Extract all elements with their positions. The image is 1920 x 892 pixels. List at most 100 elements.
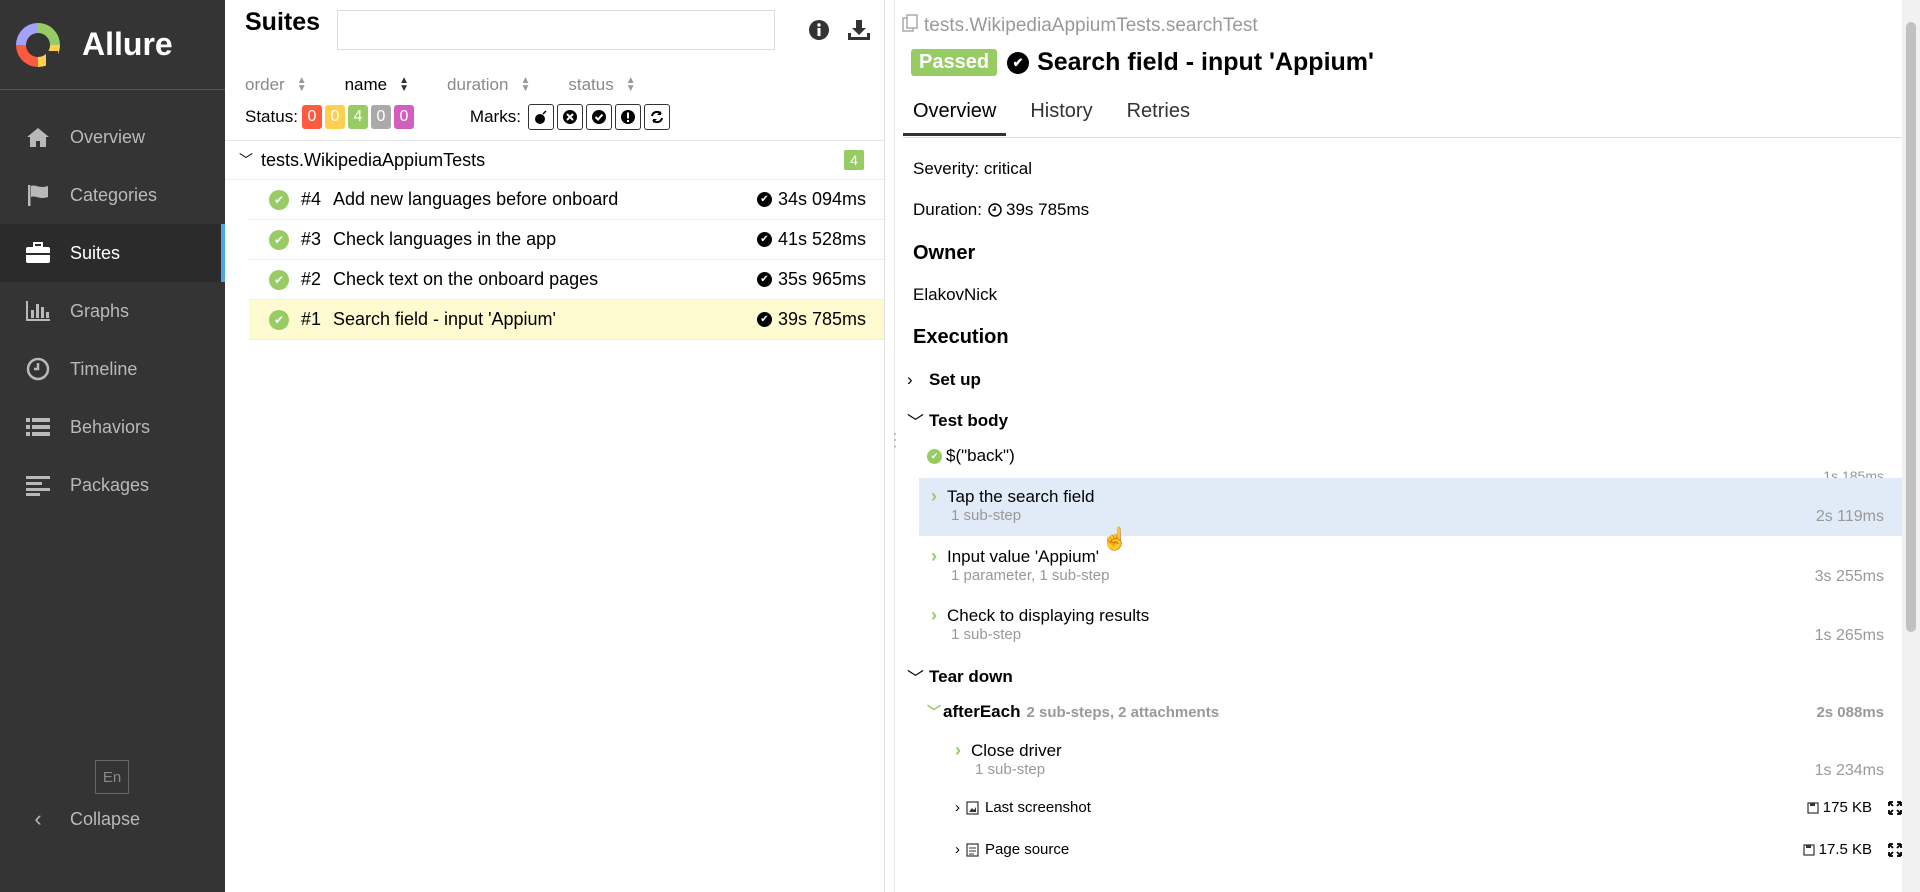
chevron-right-icon: ›	[931, 605, 937, 625]
test-row-selected[interactable]: ✔ #1 Search field - input 'Appium' ✔ 39s …	[249, 300, 884, 340]
clock-icon	[24, 357, 52, 381]
sidebar-item-label: Overview	[70, 126, 146, 147]
scrollbar-thumb[interactable]	[1906, 22, 1916, 632]
duration-row: Duration: 39s 785ms	[913, 200, 1089, 220]
tab-history[interactable]: History	[1020, 96, 1102, 136]
language-switch[interactable]: En	[95, 760, 129, 794]
status-filter-passed[interactable]: 4	[347, 105, 368, 129]
brand[interactable]: Allure	[0, 0, 225, 90]
sidebar-item-label: Categories	[70, 184, 158, 205]
close-driver-step[interactable]: › Close driver 1 sub-step 1s 234ms	[919, 740, 1902, 792]
setup-label: Set up	[929, 370, 981, 389]
suite-group-count: 4	[844, 150, 864, 170]
setup-section[interactable]: › Set up	[907, 370, 981, 390]
sidebar-item-graphs[interactable]: Graphs	[0, 282, 225, 340]
step-back[interactable]: ✔ $("back") 1s 185ms	[919, 446, 1902, 478]
teardown-section[interactable]: ﹀ Tear down	[907, 664, 1013, 689]
status-filter-broken[interactable]: 0	[324, 105, 345, 129]
sidebar-item-timeline[interactable]: Timeline	[0, 340, 225, 398]
pane-splitter[interactable]	[885, 0, 904, 892]
attachment-row[interactable]: › Last screenshot 175 KB	[955, 799, 1902, 816]
sort-name-label: name	[344, 75, 388, 94]
sidebar-item-label: Packages	[70, 474, 150, 495]
step-duration: 3s 255ms	[1814, 568, 1884, 585]
expand-icon[interactable]	[1888, 800, 1902, 815]
collapse-label: Collapse	[70, 808, 141, 829]
flaky-bomb-icon[interactable]	[527, 104, 554, 130]
step-duration: 2s 119ms	[1815, 508, 1884, 525]
status-filter-skipped[interactable]: 0	[370, 105, 391, 129]
test-title: Passed ✔ Search field - input 'Appium'	[911, 48, 1374, 77]
briefcase-icon	[24, 241, 52, 265]
step-duration: 1s 185ms	[1823, 468, 1884, 478]
sort-arrows-icon: ▲ ▼	[520, 75, 531, 94]
sort-name[interactable]: name ▲ ▼	[345, 75, 409, 95]
retries-icon[interactable]	[643, 104, 670, 130]
step-name: Input value 'Appium'	[947, 546, 1100, 566]
sort-status[interactable]: status ▲ ▼	[568, 75, 635, 95]
step-substeps: 1 sub-step	[951, 626, 1022, 643]
filter-bar: Status: 0 0 4 0 0 Marks:	[225, 100, 884, 134]
severity: Severity: critical	[913, 159, 1033, 178]
sidebar-item-behaviors[interactable]: Behaviors	[0, 398, 225, 456]
sort-bar: order ▲ ▼ name ▲ ▼ duration ▲ ▼ status ▲ ▼	[225, 70, 884, 100]
step-row[interactable]: › Check to displaying results 1 sub-step…	[919, 597, 1902, 655]
status-filter-unknown[interactable]: 0	[393, 105, 414, 129]
expand-icon[interactable]	[1888, 842, 1902, 857]
owner-heading: Owner	[913, 242, 976, 264]
sidebar-item-packages[interactable]: Packages	[0, 456, 225, 514]
sort-duration[interactable]: duration ▲ ▼	[447, 75, 530, 95]
test-row[interactable]: ✔ #4 Add new languages before onboard ✔ 3…	[249, 180, 884, 220]
test-duration: ✔ 39s 785ms	[756, 309, 866, 330]
test-row[interactable]: ✔ #3 Check languages in the app ✔ 41s 528…	[249, 220, 884, 260]
sort-arrows-icon: ▲ ▼	[296, 75, 307, 94]
test-duration: ✔ 34s 094ms	[756, 189, 866, 210]
sidebar-item-categories[interactable]: Categories	[0, 166, 225, 224]
sidebar-item-overview[interactable]: Overview	[0, 108, 225, 166]
test-name: Check languages in the app	[333, 229, 557, 249]
passed-status-icon: ✔	[269, 269, 289, 290]
sidebar: Allure Overview Categories Suites Graphs…	[0, 0, 225, 892]
new-failed-icon[interactable]	[556, 104, 583, 130]
step-name: Check to displaying results	[947, 605, 1150, 625]
execution-heading: Execution	[913, 326, 1009, 348]
sidebar-item-label: Behaviors	[70, 416, 151, 437]
check-circle-icon: ✔	[1007, 51, 1030, 74]
scrollbar[interactable]	[1902, 0, 1920, 892]
step-row[interactable]: › Tap the search field 1 sub-step 2s 119…	[919, 478, 1902, 536]
passed-status-icon: ✔	[269, 229, 289, 250]
suites-header: Suites	[225, 0, 884, 66]
status-filter-failed[interactable]: 0	[301, 105, 322, 129]
step-row[interactable]: › Input value 'Appium' 1 parameter, 1 su…	[919, 538, 1902, 596]
text-file-icon	[966, 842, 979, 857]
test-body-section[interactable]: ﹀ Test body	[907, 408, 1008, 433]
copy-icon[interactable]	[902, 14, 918, 38]
step-duration: 2s 088ms	[1816, 704, 1884, 721]
after-each-step[interactable]: ﹀ afterEach 2 sub-steps, 2 attachments 2…	[919, 702, 1902, 732]
sort-order[interactable]: order ▲ ▼	[245, 75, 307, 95]
chevron-right-icon: ›	[955, 841, 960, 858]
suite-group[interactable]: ﹀ tests.WikipediaAppiumTests 4	[225, 140, 884, 180]
image-file-icon	[966, 800, 979, 815]
info-icon[interactable]	[799, 10, 839, 50]
chevron-down-icon: ﹀	[907, 669, 924, 688]
new-passed-icon[interactable]	[585, 104, 612, 130]
tab-retries[interactable]: Retries	[1117, 96, 1200, 136]
bar-chart-icon	[24, 299, 52, 323]
collapse-button[interactable]: ‹ Collapse	[24, 806, 140, 832]
check-circle-icon: ✔	[756, 272, 772, 287]
download-icon[interactable]	[839, 10, 879, 50]
step-name: afterEach	[943, 702, 1021, 721]
tab-overview[interactable]: Overview	[903, 96, 1007, 136]
sidebar-item-suites[interactable]: Suites	[0, 224, 225, 282]
search-input[interactable]	[337, 10, 775, 50]
new-broken-icon[interactable]	[614, 104, 641, 130]
test-name: Check text on the onboard pages	[333, 269, 599, 289]
attachment-row[interactable]: › Page source 17.5 KB	[955, 841, 1902, 858]
test-duration-value: 41s 528ms	[777, 229, 866, 249]
test-duration-value: 35s 965ms	[777, 269, 866, 289]
passed-status-icon: ✔	[927, 448, 942, 464]
test-number: #4	[301, 189, 322, 209]
test-row[interactable]: ✔ #2 Check text on the onboard pages ✔ 35…	[249, 260, 884, 300]
step-duration: 1s 265ms	[1814, 627, 1884, 644]
